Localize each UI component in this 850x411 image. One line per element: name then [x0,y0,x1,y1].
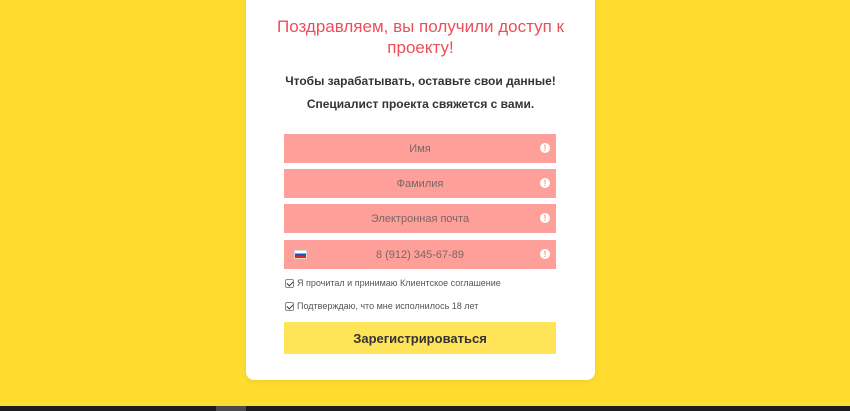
agreement-consent-row: Я прочитал и принимаю Клиентское соглаше… [285,277,501,289]
card-title: Поздравляем, вы получили доступ к проект… [277,17,564,57]
last-name-field: ! [284,169,556,198]
taskbar-strip [0,406,850,411]
age-consent-row: Подтверждаю, что мне исполнилось 18 лет [285,300,478,312]
register-button[interactable]: Зарегистрироваться [284,322,556,354]
agreement-checkbox[interactable] [285,278,294,288]
first-name-field: ! [284,134,556,163]
first-name-input[interactable] [284,134,556,163]
warning-icon: ! [540,249,550,259]
taskbar-segment [216,406,246,411]
warning-icon: ! [540,178,550,188]
agreement-label[interactable]: Я прочитал и принимаю Клиентское соглаше… [297,278,501,288]
registration-card: Поздравляем, вы получили доступ к проект… [246,0,595,380]
phone-field: ! [284,240,556,269]
warning-icon: ! [540,143,550,153]
last-name-input[interactable] [284,169,556,198]
warning-icon: ! [540,213,550,223]
email-field: ! [284,204,556,233]
phone-input[interactable] [284,240,556,269]
card-subtitle-2: Специалист проекта свяжется с вами. [306,97,535,111]
email-input[interactable] [284,204,556,233]
age-checkbox[interactable] [285,301,294,311]
age-label[interactable]: Подтверждаю, что мне исполнилось 18 лет [297,301,478,311]
card-subtitle-1: Чтобы зарабатывать, оставьте свои данные… [285,74,556,88]
